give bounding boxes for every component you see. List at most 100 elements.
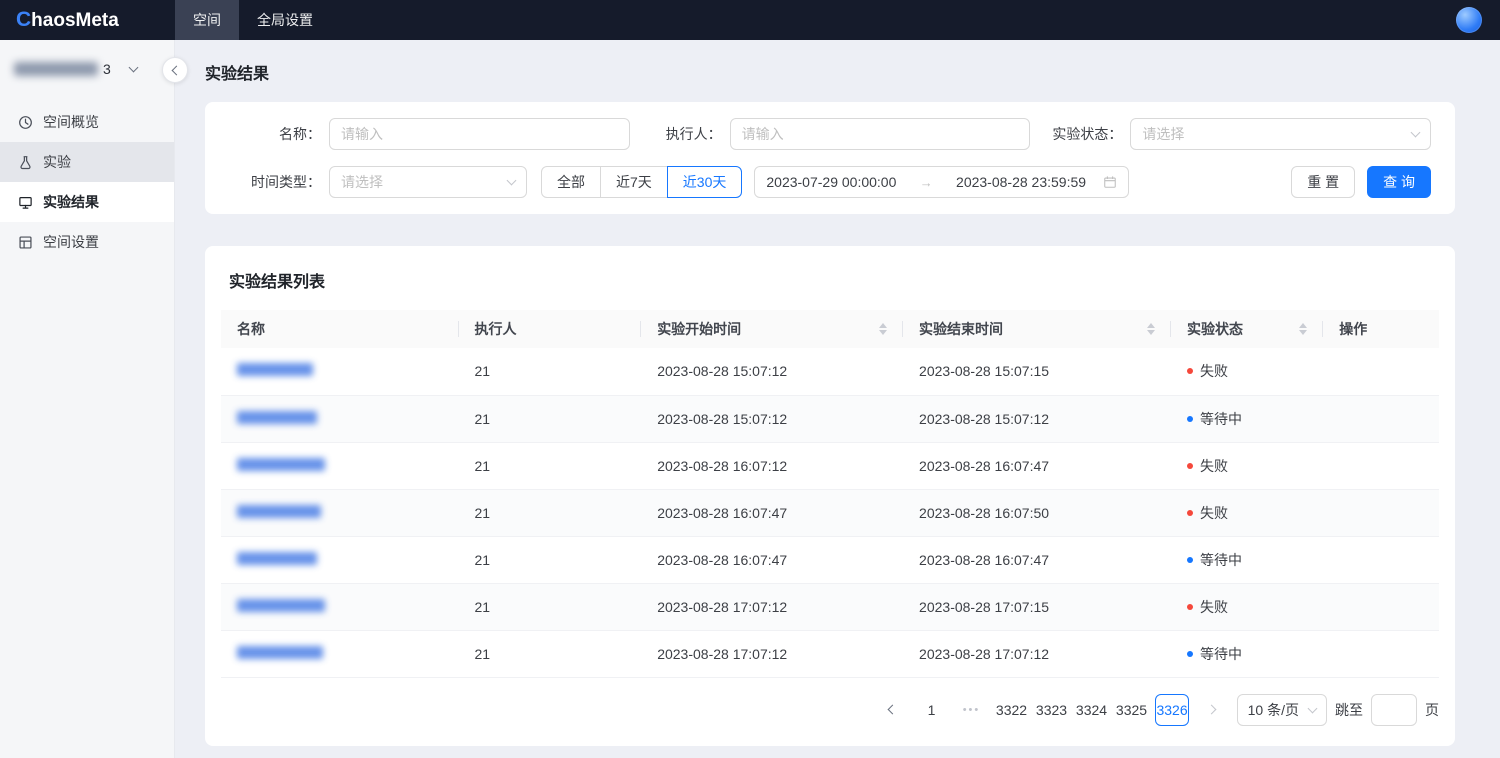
logo-text: haosMeta — [31, 10, 119, 31]
experiment-name-link[interactable] — [237, 363, 313, 376]
experiment-name-link[interactable] — [237, 411, 317, 424]
table-body: 21 2023-08-28 15:07:12 2023-08-28 15:07:… — [221, 348, 1439, 677]
sidebar-item-label: 空间设置 — [43, 232, 99, 252]
content-area: 实验结果 名称： 执行人： 实验状态： 请选择 — [175, 40, 1500, 758]
executor-cell: 21 — [459, 348, 642, 395]
pagination-next-button[interactable] — [1197, 694, 1229, 726]
pagination-pages: 1•••33223323332433253326 — [915, 694, 1188, 726]
sidebar-menu: 空间概览 实验 实验结果 空间设置 — [0, 102, 174, 262]
experiment-name-link[interactable] — [237, 552, 317, 565]
table-row: 21 2023-08-28 16:07:12 2023-08-28 16:07:… — [221, 442, 1439, 489]
start-time-cell: 2023-08-28 15:07:12 — [641, 395, 903, 442]
pagination-page-3323[interactable]: 3323 — [1035, 694, 1067, 726]
range-all-button[interactable]: 全部 — [541, 166, 601, 198]
status-dot-icon — [1187, 463, 1193, 469]
search-button[interactable]: 查 询 — [1367, 166, 1431, 198]
date-range-arrow-icon: → — [914, 175, 939, 190]
end-time-cell: 2023-08-28 15:07:12 — [903, 395, 1171, 442]
name-cell — [221, 583, 459, 630]
actions-cell — [1323, 348, 1439, 395]
table-row: 21 2023-08-28 16:07:47 2023-08-28 16:07:… — [221, 536, 1439, 583]
name-input[interactable] — [329, 118, 630, 150]
experiment-name-link[interactable] — [237, 458, 325, 471]
top-tab-space[interactable]: 空间 — [175, 0, 239, 40]
topbar: ChaosMeta 空间 全局设置 — [0, 0, 1500, 40]
pagination: 1•••33223323332433253326 10 条/页 跳至 页 — [221, 694, 1439, 726]
status-text: 等待中 — [1200, 550, 1242, 570]
pagination-page-3324[interactable]: 3324 — [1075, 694, 1107, 726]
experiment-name-link[interactable] — [237, 599, 325, 612]
sort-icon[interactable] — [1299, 323, 1307, 335]
filter-name-group: 名称： — [229, 118, 630, 150]
main-layout: 3 空间概览 实验 实验结果 空间设置 实验结果 — [0, 40, 1500, 758]
sidebar-item-label: 实验 — [43, 152, 71, 172]
sidebar-item-space-overview[interactable]: 空间概览 — [0, 102, 174, 142]
experiment-icon — [18, 155, 33, 170]
experiment-name-link[interactable] — [237, 646, 323, 659]
workspace-name-suffix: 3 — [103, 61, 111, 77]
sidebar-item-experiment-results[interactable]: 实验结果 — [0, 182, 174, 222]
time-type-select[interactable]: 请选择 — [329, 166, 527, 198]
sidebar-item-space-settings[interactable]: 空间设置 — [0, 222, 174, 262]
pagination-page-3322[interactable]: 3322 — [995, 694, 1027, 726]
reset-button[interactable]: 重 置 — [1291, 166, 1355, 198]
chevron-down-icon — [128, 63, 138, 73]
experiment-status-select[interactable]: 请选择 — [1130, 118, 1431, 150]
pagination-page-3325[interactable]: 3325 — [1115, 694, 1147, 726]
column-header-end-time: 实验结束时间 — [903, 310, 1171, 348]
chevron-right-icon — [1207, 705, 1217, 715]
page-title: 实验结果 — [205, 60, 1455, 84]
time-type-placeholder: 请选择 — [341, 172, 383, 192]
experiment-name-link[interactable] — [237, 505, 321, 518]
actions-cell — [1323, 583, 1439, 630]
pagination-prev-button[interactable] — [875, 694, 907, 726]
table-row: 21 2023-08-28 17:07:12 2023-08-28 17:07:… — [221, 630, 1439, 677]
status-text: 等待中 — [1200, 644, 1242, 664]
actions-cell — [1323, 489, 1439, 536]
pagination-page-3326[interactable]: 3326 — [1155, 694, 1188, 726]
date-range-picker[interactable]: 2023-07-29 00:00:00 → 2023-08-28 23:59:5… — [754, 166, 1129, 198]
status-dot-icon — [1187, 604, 1193, 610]
executor-cell: 21 — [459, 395, 642, 442]
range-30days-button[interactable]: 近30天 — [667, 166, 743, 198]
status-cell: 等待中 — [1171, 630, 1323, 677]
status-label: 实验状态： — [1030, 124, 1130, 144]
executor-cell: 21 — [459, 583, 642, 630]
column-header-start-time: 实验开始时间 — [641, 310, 903, 348]
sort-icon[interactable] — [1147, 323, 1155, 335]
jump-page-input[interactable] — [1371, 694, 1417, 726]
name-cell — [221, 536, 459, 583]
column-header-actions: 操作 — [1323, 310, 1439, 348]
overview-icon — [18, 115, 33, 130]
pagination-page-1[interactable]: 1 — [915, 694, 947, 726]
user-globe-icon[interactable] — [1456, 7, 1482, 33]
start-time-cell: 2023-08-28 15:07:12 — [641, 348, 903, 395]
status-dot-icon — [1187, 651, 1193, 657]
sidebar-collapse-button[interactable] — [162, 57, 188, 83]
status-cell: 失败 — [1171, 348, 1323, 395]
table-row: 21 2023-08-28 15:07:12 2023-08-28 15:07:… — [221, 395, 1439, 442]
pagination-ellipsis[interactable]: ••• — [955, 694, 987, 726]
filter-row-1: 名称： 执行人： 实验状态： 请选择 — [229, 118, 1431, 150]
executor-input[interactable] — [730, 118, 1031, 150]
status-text: 失败 — [1200, 361, 1228, 381]
top-tab-global-settings[interactable]: 全局设置 — [239, 0, 331, 40]
status-text: 失败 — [1200, 503, 1228, 523]
sidebar-item-experiments[interactable]: 实验 — [0, 142, 174, 182]
jump-suffix-label: 页 — [1425, 700, 1439, 720]
actions-cell — [1323, 536, 1439, 583]
name-label: 名称： — [229, 124, 329, 144]
results-table: 名称 执行人 实验开始时间 实验结束时间 实验状态 操作 21 2023-08-… — [221, 310, 1439, 678]
page-size-select[interactable]: 10 条/页 — [1237, 694, 1327, 726]
chevron-down-icon — [1308, 703, 1318, 713]
workspace-name-blurred — [14, 62, 98, 76]
logo-c: C — [16, 8, 31, 31]
executor-label: 执行人： — [630, 124, 730, 144]
workspace-selector[interactable]: 3 — [0, 40, 174, 98]
status-cell: 等待中 — [1171, 395, 1323, 442]
sidebar-item-label: 实验结果 — [43, 192, 99, 212]
chevron-left-icon — [888, 705, 898, 715]
sort-icon[interactable] — [879, 323, 887, 335]
range-7days-button[interactable]: 近7天 — [600, 166, 668, 198]
name-cell — [221, 489, 459, 536]
